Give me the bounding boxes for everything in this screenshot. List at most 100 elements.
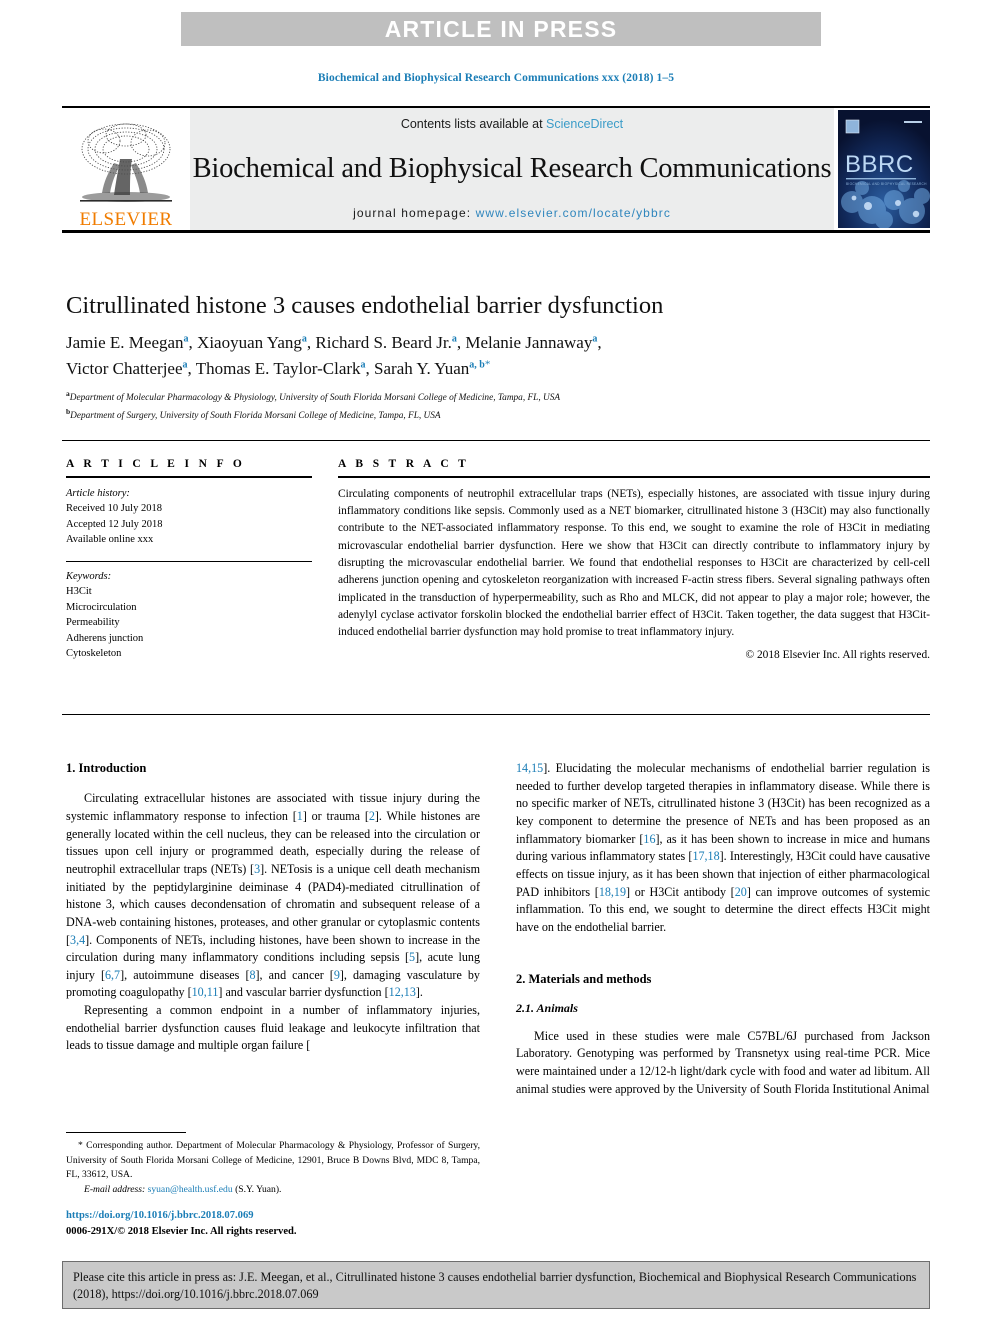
- abstract-rule: [338, 476, 930, 478]
- intro-paragraph-1: Circulating extracellular histones are a…: [66, 790, 480, 1002]
- page-title: Citrullinated histone 3 causes endotheli…: [66, 292, 664, 319]
- citation-notice-box: Please cite this article in press as: J.…: [62, 1261, 930, 1309]
- journal-cover: BBRC BIOCHEMICAL AND BIOPHYSICAL RESEARC…: [834, 108, 930, 230]
- running-head: Biochemical and Biophysical Research Com…: [317, 72, 675, 84]
- author-separator: ,: [597, 333, 602, 352]
- article-in-press-label: ARTICLE IN PRESS: [384, 15, 618, 42]
- text-run: ], and cancer [: [255, 967, 334, 982]
- body-column-right: 14,15]. Elucidating the molecular mechan…: [516, 760, 930, 1098]
- text-run: Representing a common endpoint in a numb…: [66, 1003, 480, 1053]
- elsevier-wordmark: ELSEVIER: [79, 209, 173, 230]
- corresponding-author-marker[interactable]: *: [485, 358, 491, 370]
- article-info-panel: A R T I C L E I N F O Article history: R…: [66, 458, 316, 662]
- article-history-item: Received 10 July 2018: [66, 503, 162, 515]
- keyword-item: Cytoskeleton: [66, 648, 122, 660]
- affiliation-list: aDepartment of Molecular Pharmacology & …: [66, 388, 926, 424]
- affiliation-item: aDepartment of Molecular Pharmacology & …: [66, 388, 926, 406]
- journal-title: Biochemical and Biophysical Research Com…: [192, 152, 832, 184]
- animals-paragraph-1: Mice used in these studies were male C57…: [516, 1028, 930, 1096]
- author-list: Jamie E. Meegana, Xiaoyuan Yanga, Richar…: [66, 330, 886, 381]
- article-info-spacer: [66, 548, 316, 561]
- email-link[interactable]: syuan@health.usf.edu: [148, 1184, 233, 1195]
- article-history-item: Accepted 12 July 2018: [66, 518, 163, 530]
- svg-text:BIOCHEMICAL AND BIOPHYSICAL RE: BIOCHEMICAL AND BIOPHYSICAL RESEARCH: [846, 182, 927, 186]
- author-name[interactable]: Victor Chatterjee: [66, 359, 183, 378]
- article-history-label: Article history:: [66, 487, 130, 499]
- elsevier-tree-icon: [80, 123, 172, 202]
- article-info-rule: [66, 476, 312, 478]
- keyword-item: Microcirculation: [66, 601, 137, 613]
- abstract-heading: A B S T R A C T: [338, 458, 470, 470]
- author-name[interactable]: Jamie E. Meegan: [66, 333, 184, 352]
- reference-link[interactable]: 6,7: [105, 968, 120, 982]
- doi-block: https://doi.org/10.1016/j.bbrc.2018.07.0…: [66, 1208, 486, 1240]
- contents-prefix: Contents lists available at: [400, 117, 547, 131]
- reference-link[interactable]: 14,15: [516, 761, 543, 775]
- bbrc-cover-image: BBRC BIOCHEMICAL AND BIOPHYSICAL RESEARC…: [838, 110, 930, 228]
- author-separator: ,: [365, 358, 375, 378]
- article-page: ARTICLE IN PRESS Biochemical and Biophys…: [0, 0, 992, 1323]
- keyword-item: H3Cit: [66, 586, 92, 598]
- footnote-rule: [66, 1132, 186, 1134]
- abstract-panel: A B S T R A C T Circulating components o…: [338, 458, 930, 661]
- section-heading-introduction: 1. Introduction: [66, 761, 147, 775]
- article-in-press-banner: ARTICLE IN PRESS: [181, 12, 821, 46]
- svg-text:BBRC: BBRC: [845, 151, 914, 178]
- author-line-2: Victor Chatterjeea, Thomas E. Taylor-Cla…: [66, 356, 886, 382]
- affiliation-item: bDepartment of Surgery, University of So…: [66, 406, 926, 424]
- author-name[interactable]: Sarah Y. Yuan: [374, 359, 469, 378]
- keywords-label: Keywords:: [66, 570, 112, 582]
- contents-list-line: Contents lists available at ScienceDirec…: [401, 117, 623, 131]
- email-label: E-mail address:: [84, 1184, 146, 1196]
- abstract-copyright: © 2018 Elsevier Inc. All rights reserved…: [745, 648, 930, 661]
- keywords-rule: [66, 560, 312, 562]
- corresponding-author-text: * Corresponding author. Department of Mo…: [66, 1140, 480, 1180]
- abstract-body: Circulating components of neutrophil ext…: [338, 487, 930, 639]
- bbrc-cover-art: BBRC BIOCHEMICAL AND BIOPHYSICAL RESEARC…: [838, 110, 930, 228]
- author-name[interactable]: Richard S. Beard Jr.: [315, 333, 451, 352]
- reference-link[interactable]: 20: [735, 885, 747, 899]
- email-owner: (S.Y. Yuan).: [235, 1184, 282, 1196]
- reference-link[interactable]: 3,4: [70, 933, 85, 947]
- reference-link[interactable]: 18,19: [599, 885, 626, 899]
- author-name[interactable]: Thomas E. Taylor-Clark: [196, 359, 361, 378]
- author-name[interactable]: Xiaoyuan Yang: [197, 333, 302, 352]
- journal-homepage-link[interactable]: www.elsevier.com/locate/ybbrc: [476, 206, 671, 220]
- email-line: E-mail address: syuan@health.usf.edu (S.…: [66, 1183, 480, 1197]
- journal-center-panel: Contents lists available at ScienceDirec…: [190, 108, 834, 230]
- sciencedirect-link[interactable]: ScienceDirect: [546, 117, 623, 131]
- abstract-region-top-rule: [62, 440, 930, 441]
- text-run: ], autoimmune diseases [: [120, 967, 250, 982]
- text-run: ] or trauma [: [302, 808, 369, 823]
- subsection-heading-animals: 2.1. Animals: [516, 1000, 578, 1015]
- body-column-left: 1. Introduction Circulating extracellula…: [66, 760, 480, 1055]
- citation-notice-text: Please cite this article in press as: J.…: [73, 1270, 917, 1302]
- text-run: ].: [415, 985, 423, 1000]
- text-run: ] or H3Cit antibody [: [626, 884, 735, 899]
- reference-link[interactable]: 12,13: [389, 985, 416, 999]
- intro-paragraph-2-start: Representing a common endpoint in a numb…: [66, 1002, 480, 1055]
- journal-masthead: ELSEVIER Contents lists available at Sci…: [62, 106, 930, 230]
- affiliation-text: Department of Surgery, University of Sou…: [70, 410, 441, 421]
- reference-link[interactable]: 17,18: [692, 849, 719, 863]
- reference-link[interactable]: 10,11: [192, 985, 219, 999]
- keyword-item: Permeability: [66, 617, 120, 629]
- affiliation-marker: a, b: [469, 358, 485, 370]
- reference-link[interactable]: 16: [643, 832, 655, 846]
- section-heading-materials-and-methods: 2. Materials and methods: [516, 971, 652, 986]
- affiliation-text: Department of Molecular Pharmacology & P…: [69, 393, 561, 404]
- keyword-item: Adherens junction: [66, 632, 144, 644]
- doi-link[interactable]: https://doi.org/10.1016/j.bbrc.2018.07.0…: [66, 1208, 486, 1224]
- author-name[interactable]: Melanie Jannaway: [465, 333, 592, 352]
- abstract-region-bottom-rule: [62, 714, 930, 715]
- intro-paragraph-2-continued: 14,15]. Elucidating the molecular mechan…: [516, 760, 930, 937]
- issn-copyright-line: 0006-291X/© 2018 Elsevier Inc. All right…: [66, 1225, 297, 1237]
- article-history-item: Available online xxx: [66, 534, 154, 546]
- elsevier-logo: ELSEVIER: [62, 108, 190, 230]
- text-run: ] and vascular barrier dysfunction [: [218, 985, 389, 1000]
- corresponding-author-footnote: * Corresponding author. Department of Mo…: [66, 1132, 480, 1198]
- homepage-prefix: journal homepage:: [353, 206, 476, 220]
- author-line-1: Jamie E. Meegana, Xiaoyuan Yanga, Richar…: [66, 330, 886, 356]
- masthead-bottom-rule: [62, 230, 930, 233]
- article-info-heading: A R T I C L E I N F O: [66, 458, 246, 470]
